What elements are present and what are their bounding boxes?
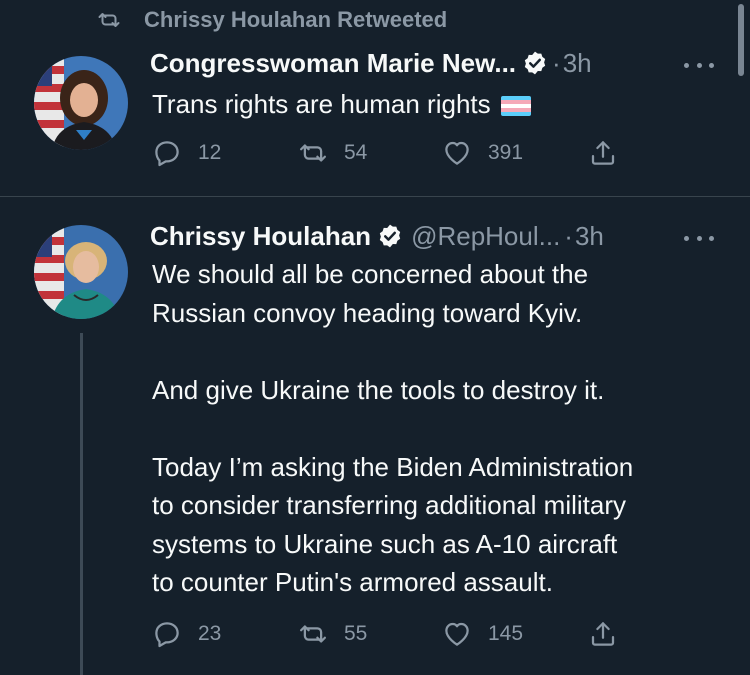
tweet-text: Trans rights are human rights	[152, 85, 531, 124]
thread-line	[80, 333, 83, 675]
timestamp[interactable]: 3h	[575, 221, 604, 252]
like-button[interactable]: 145	[442, 617, 523, 651]
retweet-button[interactable]: 55	[298, 617, 367, 651]
retweet-context: Chrissy Houlahan Retweeted	[96, 6, 447, 34]
author-name[interactable]: Congresswoman Marie New...	[150, 48, 516, 79]
avatar-portrait	[34, 56, 128, 150]
retweet-icon	[300, 144, 326, 162]
verified-badge-icon	[524, 51, 546, 75]
share-button[interactable]	[588, 617, 618, 651]
retweet-context-label: Chrissy Houlahan Retweeted	[144, 7, 448, 32]
share-button[interactable]	[588, 136, 618, 170]
like-button[interactable]: 391	[442, 136, 523, 170]
heart-icon	[445, 141, 469, 165]
tweet-retweeted[interactable]: Chrissy Houlahan Retweeted Congresswoman…	[0, 0, 750, 196]
heart-icon	[445, 622, 469, 646]
separator-dot: ·	[552, 47, 561, 78]
tweet-text-line: Today I’m asking the Biden Administratio…	[152, 451, 634, 482]
reply-count: 23	[198, 622, 222, 645]
tweet-text: We should all be concerned about the Rus…	[152, 255, 633, 602]
tweet-actions: 23 55 145	[152, 617, 652, 651]
tweet-text-line: to counter Putin's armored assault.	[152, 567, 553, 597]
share-icon	[591, 622, 615, 646]
tweet-actions: 12 54 391	[152, 136, 652, 170]
retweet-button[interactable]: 54	[298, 136, 367, 170]
timestamp[interactable]: 3h	[563, 48, 592, 79]
tweet-text-line: to consider transferring additional mili…	[152, 490, 626, 520]
reply-icon	[155, 141, 179, 167]
tweet-header: Chrissy Houlahan @RepHoul... · 3h	[150, 219, 604, 253]
tweet-text-line: Russian convoy heading toward Kyiv.	[152, 297, 583, 328]
transgender-flag-emoji	[500, 96, 531, 117]
retweet-icon	[300, 625, 326, 643]
reply-icon	[155, 622, 179, 648]
more-options-icon[interactable]	[684, 233, 714, 243]
avatar[interactable]	[34, 56, 128, 150]
tweet-header: Congresswoman Marie New... · 3h	[150, 46, 592, 80]
author-name[interactable]: Chrissy Houlahan	[150, 221, 371, 252]
reply-button[interactable]: 23	[152, 617, 221, 651]
share-icon	[591, 141, 615, 165]
verified-badge-icon	[379, 224, 401, 248]
retweet-count: 55	[344, 622, 368, 645]
reply-count: 12	[198, 141, 222, 164]
avatar-portrait	[34, 225, 128, 319]
avatar[interactable]	[34, 225, 128, 319]
like-count: 145	[488, 622, 524, 645]
like-count: 391	[488, 141, 524, 164]
retweet-icon	[98, 13, 120, 27]
retweet-count: 54	[344, 141, 368, 164]
separator-dot: ·	[564, 220, 573, 251]
tweet[interactable]: Chrissy Houlahan @RepHoul... · 3h We sho…	[0, 197, 750, 675]
reply-button[interactable]: 12	[152, 136, 221, 170]
tweet-text-line: And give Ukraine the tools to destroy it…	[152, 374, 605, 405]
more-options-icon[interactable]	[684, 60, 714, 70]
tweet-text-line: We should all be concerned about the	[152, 259, 589, 289]
tweet-text-line: Trans rights are human rights	[152, 85, 531, 124]
tweet-text-line: systems to Ukraine such as A-10 aircraft	[152, 528, 618, 559]
author-handle[interactable]: @RepHoul...	[411, 221, 560, 252]
